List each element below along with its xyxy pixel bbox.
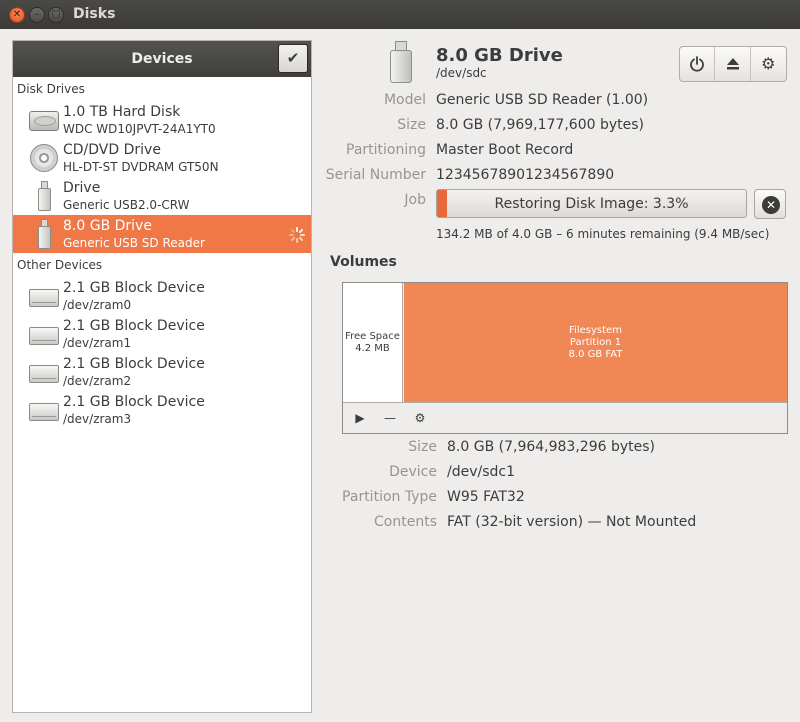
- partition-segment[interactable]: Filesystem Partition 1 8.0 GB FAT: [404, 283, 787, 402]
- partition-type-label: Filesystem: [569, 325, 622, 336]
- size-label: Size: [397, 117, 426, 133]
- eject-icon: [726, 58, 739, 70]
- partition-size-label: 8.0 GB FAT: [568, 349, 623, 360]
- cancel-job-button[interactable]: ✕: [754, 189, 786, 219]
- window-maximize-button[interactable]: □: [48, 7, 64, 23]
- partition-type-value: W95 FAT32: [447, 489, 525, 505]
- device-name: 2.1 GB Block Device: [63, 394, 205, 410]
- drive-title: 8.0 GB Drive: [436, 45, 563, 66]
- usb-drive-icon: [29, 219, 59, 249]
- job-progress-bar: Restoring Disk Image: 3.3%: [436, 189, 747, 218]
- maximize-icon: □: [51, 9, 61, 20]
- device-subtitle: /dev/zram3: [63, 412, 132, 426]
- volume-size-value: 8.0 GB (7,964,983,296 bytes): [447, 439, 655, 455]
- power-icon: [690, 56, 705, 72]
- device-name: 1.0 TB Hard Disk: [63, 104, 181, 120]
- block-device-icon: [29, 395, 59, 425]
- volume-device-label: Device: [389, 464, 437, 480]
- device-name: 2.1 GB Block Device: [63, 356, 205, 372]
- block-device-icon: [29, 281, 59, 311]
- free-space-size: 4.2 MB: [355, 343, 390, 354]
- select-mode-button[interactable]: ✔: [278, 44, 308, 73]
- section-other-devices: Other Devices: [17, 258, 103, 272]
- window-close-button[interactable]: ✕: [9, 7, 25, 23]
- play-icon: ▶: [355, 411, 365, 425]
- volume-size-label: Size: [408, 439, 437, 455]
- device-subtitle: /dev/zram1: [63, 336, 132, 350]
- drive-settings-button[interactable]: ⚙: [751, 47, 786, 81]
- device-name: 2.1 GB Block Device: [63, 318, 205, 334]
- drive-toolbar: ⚙: [679, 46, 787, 82]
- minus-icon: —: [384, 411, 396, 425]
- free-space-segment[interactable]: Free Space 4.2 MB: [343, 283, 403, 402]
- job-progress-text: Restoring Disk Image: 3.3%: [494, 196, 689, 212]
- delete-partition-button[interactable]: —: [381, 409, 399, 427]
- sidebar-header: Devices ✔: [13, 41, 311, 77]
- devices-sidebar: Devices ✔ Disk Drives 1.0 TB Hard Disk W…: [12, 40, 312, 713]
- serial-number-label: Serial Number: [325, 167, 426, 183]
- model-label: Model: [383, 92, 426, 108]
- gear-icon: ⚙: [761, 54, 776, 73]
- usb-drive-icon: [390, 41, 412, 83]
- device-name: CD/DVD Drive: [63, 142, 161, 158]
- device-item-drive[interactable]: Drive Generic USB2.0-CRW: [13, 177, 311, 215]
- partition-settings-button[interactable]: ⚙: [411, 409, 429, 427]
- partitioning-value: Master Boot Record: [436, 142, 574, 158]
- power-off-button[interactable]: [680, 47, 716, 81]
- serial-number-value: 12345678901234567890: [436, 167, 615, 183]
- block-device-icon: [29, 357, 59, 387]
- device-subtitle: HL-DT-ST DVDRAM GT50N: [63, 160, 219, 174]
- optical-drive-icon: [29, 143, 59, 173]
- size-value: 8.0 GB (7,969,177,600 bytes): [436, 117, 644, 133]
- device-item-8gb-drive[interactable]: 8.0 GB Drive Generic USB SD Reader: [13, 215, 311, 253]
- minimize-icon: –: [34, 9, 40, 20]
- model-value: Generic USB SD Reader (1.00): [436, 92, 649, 108]
- device-item-zram1[interactable]: 2.1 GB Block Device /dev/zram1: [13, 315, 311, 353]
- device-item-cd-dvd-drive[interactable]: CD/DVD Drive HL-DT-ST DVDRAM GT50N: [13, 139, 311, 177]
- device-item-zram3[interactable]: 2.1 GB Block Device /dev/zram3: [13, 391, 311, 429]
- device-name: Drive: [63, 180, 101, 196]
- window-title: Disks: [73, 6, 116, 22]
- hard-disk-icon: [29, 105, 59, 135]
- device-subtitle: Generic USB SD Reader: [63, 236, 205, 250]
- eject-button[interactable]: [715, 47, 751, 81]
- device-item-hard-disk[interactable]: 1.0 TB Hard Disk WDC WD10JPVT-24A1YT0: [13, 101, 311, 139]
- checkmark-icon: ✔: [286, 49, 300, 67]
- drive-path: /dev/sdc: [436, 66, 487, 80]
- device-name: 2.1 GB Block Device: [63, 280, 205, 296]
- cancel-icon: ✕: [762, 196, 780, 214]
- device-subtitle: WDC WD10JPVT-24A1YT0: [63, 122, 216, 136]
- window-minimize-button[interactable]: –: [29, 7, 45, 23]
- block-device-icon: [29, 319, 59, 349]
- job-status-text: 134.2 MB of 4.0 GB – 6 minutes remaining…: [436, 227, 770, 241]
- job-label: Job: [404, 192, 426, 208]
- partitioning-label: Partitioning: [346, 142, 426, 158]
- window-titlebar: ✕ – □ Disks: [0, 0, 800, 29]
- volume-device-value: /dev/sdc1: [447, 464, 516, 480]
- volume-map: Free Space 4.2 MB Filesystem Partition 1…: [342, 282, 788, 434]
- gears-icon: ⚙: [414, 411, 426, 425]
- partition-name-label: Partition 1: [569, 337, 622, 348]
- contents-value: FAT (32-bit version) — Not Mounted: [447, 514, 697, 530]
- volumes-title: Volumes: [330, 254, 397, 270]
- device-name: 8.0 GB Drive: [63, 218, 152, 234]
- device-item-zram0[interactable]: 2.1 GB Block Device /dev/zram0: [13, 277, 311, 315]
- device-subtitle: Generic USB2.0-CRW: [63, 198, 190, 212]
- free-space-label: Free Space: [345, 331, 400, 342]
- volume-toolbar: ▶ — ⚙: [343, 402, 787, 433]
- device-item-zram2[interactable]: 2.1 GB Block Device /dev/zram2: [13, 353, 311, 391]
- spinner-icon: [289, 227, 305, 243]
- section-disk-drives: Disk Drives: [17, 82, 85, 96]
- partition-type-field-label: Partition Type: [342, 489, 437, 505]
- mount-button[interactable]: ▶: [351, 409, 369, 427]
- usb-drive-icon: [29, 181, 59, 211]
- device-subtitle: /dev/zram2: [63, 374, 132, 388]
- device-subtitle: /dev/zram0: [63, 298, 132, 312]
- sidebar-title: Devices: [131, 51, 193, 67]
- close-icon: ✕: [12, 9, 22, 20]
- contents-label: Contents: [374, 514, 437, 530]
